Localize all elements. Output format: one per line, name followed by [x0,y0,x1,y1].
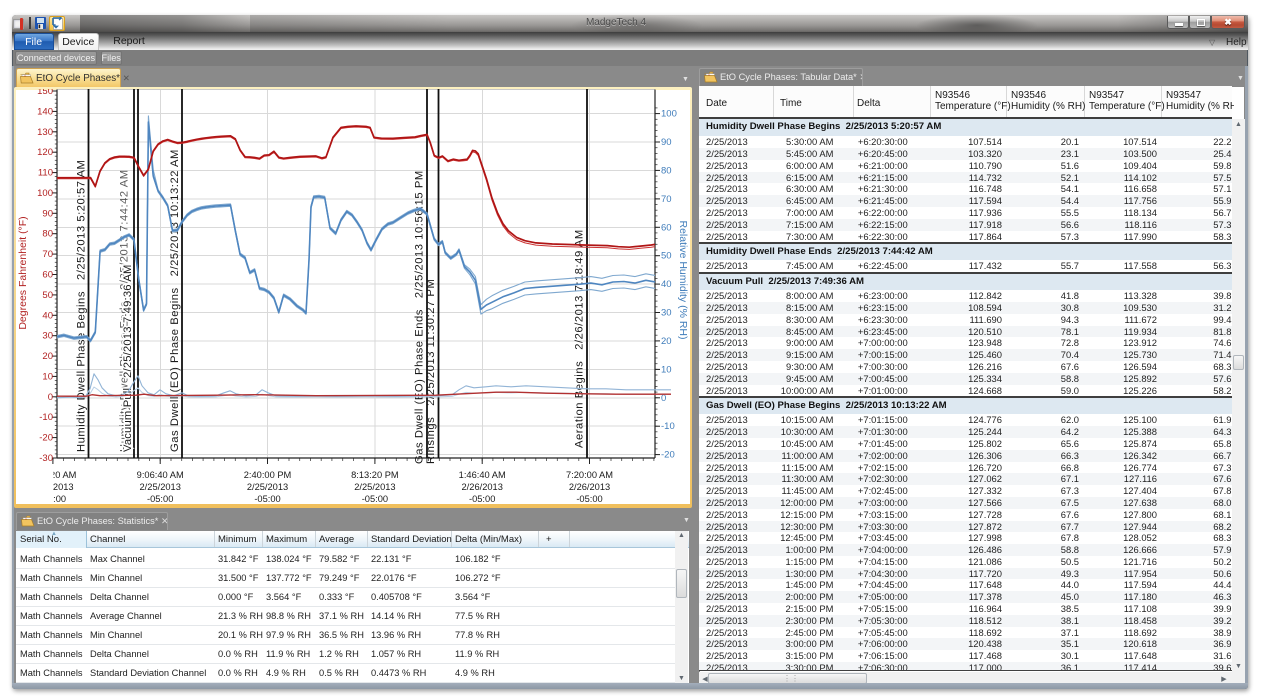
svg-text:150: 150 [37,89,53,97]
svg-text:60: 60 [661,222,672,233]
svg-text:9:06:40 AM: 9:06:40 AM [137,470,184,480]
svg-text:90: 90 [661,137,672,148]
svg-text:80: 80 [661,165,672,176]
svg-text:Relative Humidity (% RH): Relative Humidity (% RH) [677,220,689,339]
svg-text:-05:00: -05:00 [469,494,495,504]
svg-text:3:33:20 AM: 3:33:20 AM [29,470,76,480]
svg-text:130: 130 [37,127,53,138]
svg-text:Gas Dwell (EO) Phase Ends 2/: Gas Dwell (EO) Phase Ends 2/25/2013 10:5… [414,170,426,464]
svg-text:80: 80 [42,229,53,240]
svg-text:Rinsings 2/25/2013 11:30:27: Rinsings 2/25/2013 11:30:27 PM [425,279,437,464]
svg-text:Degrees Fahrenheit (°F): Degrees Fahrenheit (°F) [17,216,29,329]
svg-text:1:46:40 AM: 1:46:40 AM [459,470,506,480]
svg-text:-20: -20 [661,450,675,461]
svg-text:40: 40 [661,279,672,290]
svg-text:100: 100 [37,188,53,199]
svg-text:Aeration Begins 2/26/2013 7:: Aeration Begins 2/26/2013 7:18:49 AM [574,229,586,448]
svg-text:2/25/2013: 2/25/2013 [140,482,181,492]
svg-text:2/25/2013: 2/25/2013 [247,482,288,492]
svg-text:2/25/2013: 2/25/2013 [354,482,395,492]
svg-text:2/25/2013: 2/25/2013 [32,482,73,492]
svg-text:10: 10 [661,364,672,375]
svg-text:30: 30 [661,308,672,319]
svg-text:-05:00: -05:00 [40,494,66,504]
svg-text:70: 70 [42,249,53,260]
svg-text:0: 0 [48,392,53,403]
svg-text:-05:00: -05:00 [362,494,388,504]
svg-text:Vacuum Pull 2/25/2013 7:49:3: Vacuum Pull 2/25/2013 7:49:36 AM [122,264,134,452]
svg-text:-30: -30 [39,453,53,464]
svg-text:Humidity Dwell Phase Begins: Humidity Dwell Phase Begins 2/25/2013 5:… [76,160,88,452]
svg-text:120: 120 [37,147,53,158]
svg-text:-20: -20 [39,433,53,444]
svg-text:-10: -10 [39,412,53,423]
svg-text:-05:00: -05:00 [254,494,280,504]
svg-text:60: 60 [42,270,53,281]
svg-text:2/26/2013: 2/26/2013 [462,482,503,492]
svg-text:10: 10 [42,371,53,382]
svg-text:30: 30 [42,331,53,342]
svg-text:50: 50 [42,290,53,301]
svg-text:20: 20 [661,336,672,347]
svg-text:-05:00: -05:00 [147,494,173,504]
svg-text:90: 90 [42,208,53,219]
svg-text:7:20:00 AM: 7:20:00 AM [566,470,613,480]
svg-text:20: 20 [42,351,53,362]
svg-text:2/26/2013: 2/26/2013 [569,482,610,492]
svg-text:-05:00: -05:00 [576,494,602,504]
svg-text:-10: -10 [661,421,675,432]
svg-text:Gas Dwell (EO) Phase Begins: Gas Dwell (EO) Phase Begins 2/25/2013 10… [169,149,181,452]
svg-text:40: 40 [42,310,53,321]
svg-text:2:40:00 PM: 2:40:00 PM [244,470,292,480]
svg-text:70: 70 [661,194,672,205]
svg-text:110: 110 [38,168,53,179]
svg-text:50: 50 [661,251,672,262]
svg-text:100: 100 [661,109,677,120]
svg-text:140: 140 [37,106,53,117]
svg-text:8:13:20 PM: 8:13:20 PM [351,470,399,480]
